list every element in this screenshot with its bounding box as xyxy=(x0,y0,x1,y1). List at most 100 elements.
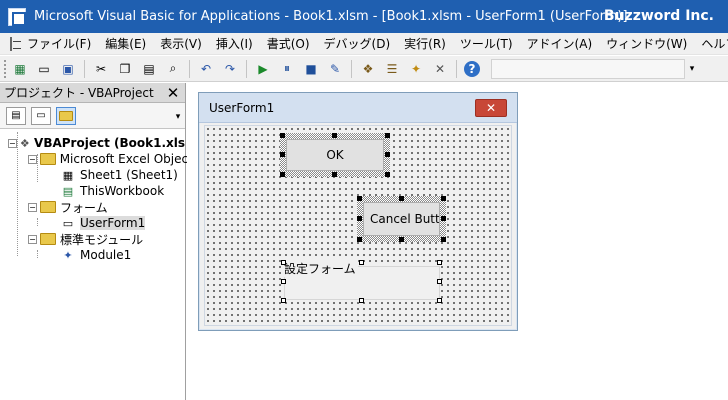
resize-handle[interactable] xyxy=(399,237,404,242)
tree-node-sheet1[interactable]: ▦ Sheet1 (Sheet1) xyxy=(0,167,185,183)
menu-insert[interactable]: 挿入(I) xyxy=(209,35,260,52)
run-icon[interactable]: ▶ xyxy=(254,60,272,78)
folder-icon xyxy=(40,200,56,214)
resize-handle[interactable] xyxy=(441,237,446,242)
toolbox-icon[interactable]: ✕ xyxy=(431,60,449,78)
resize-handle[interactable] xyxy=(385,172,390,177)
resize-handle[interactable] xyxy=(280,133,285,138)
design-mode-icon[interactable]: ✎ xyxy=(326,60,344,78)
resize-handle[interactable] xyxy=(357,216,362,221)
tree-node-module1[interactable]: ✦ Module1 xyxy=(0,247,185,263)
collapse-icon[interactable]: − xyxy=(8,138,17,148)
resize-handle[interactable] xyxy=(437,279,442,284)
resize-handle[interactable] xyxy=(281,279,286,284)
menu-format[interactable]: 書式(O) xyxy=(260,35,317,52)
undo-icon[interactable]: ↶ xyxy=(197,60,215,78)
project-explorer-icon[interactable]: ❖ xyxy=(359,60,377,78)
break-icon[interactable]: ⏸ xyxy=(278,60,296,78)
project-tree: − ❖ VBAProject (Book1.xls − Microsoft Ex… xyxy=(0,129,193,263)
help-icon[interactable]: ? xyxy=(464,60,480,77)
view-object-icon[interactable]: ▭ xyxy=(31,106,51,125)
resize-handle[interactable] xyxy=(441,196,446,201)
collapse-icon[interactable]: − xyxy=(28,202,37,212)
window-menu-icon[interactable] xyxy=(10,36,21,51)
object-browser-icon[interactable]: ✦ xyxy=(407,60,425,78)
resize-handle[interactable] xyxy=(332,133,337,138)
ok-button-selection[interactable]: OK xyxy=(280,133,390,177)
frame-caption: 設定フォーム xyxy=(284,260,358,277)
menu-tools[interactable]: ツール(T) xyxy=(453,35,520,52)
copy-icon[interactable]: ❐ xyxy=(116,60,134,78)
tree-node-userform1[interactable]: ▭ UserForm1 xyxy=(0,215,185,231)
resize-handle[interactable] xyxy=(359,260,364,265)
resize-handle[interactable] xyxy=(437,298,442,303)
close-icon[interactable]: ✕ xyxy=(164,84,182,102)
toolbar-separator xyxy=(456,59,457,78)
tree-node-standard-modules[interactable]: − 標準モジュール xyxy=(0,231,185,247)
folder-icon xyxy=(40,232,56,246)
resize-handle[interactable] xyxy=(437,260,442,265)
sheet-icon: ▦ xyxy=(62,168,74,182)
userform-titlebar[interactable]: UserForm1 ✕ xyxy=(199,93,517,123)
resize-handle[interactable] xyxy=(332,172,337,177)
menu-window[interactable]: ウィンドウ(W) xyxy=(599,35,694,52)
tree-node-label: フォーム xyxy=(60,200,108,215)
tree-node-excel-objects[interactable]: − Microsoft Excel Object xyxy=(0,151,193,167)
resize-handle[interactable] xyxy=(281,298,286,303)
vba-app-icon[interactable] xyxy=(8,7,26,26)
menu-view[interactable]: 表示(V) xyxy=(153,35,209,52)
cancel-button[interactable]: Cancel Butt xyxy=(363,202,440,236)
window-title: Microsoft Visual Basic for Applications … xyxy=(34,9,628,24)
resize-handle[interactable] xyxy=(399,196,404,201)
cancel-button-selection[interactable]: Cancel Butt xyxy=(357,196,446,242)
tree-node-thisworkbook[interactable]: ▤ ThisWorkbook xyxy=(0,183,185,199)
close-icon[interactable]: ✕ xyxy=(475,98,507,117)
resize-handle[interactable] xyxy=(385,152,390,157)
view-code-icon[interactable]: ▤ xyxy=(6,106,26,125)
resize-handle[interactable] xyxy=(281,260,286,265)
userform-icon: ▭ xyxy=(62,216,74,230)
tree-node-forms[interactable]: − フォーム xyxy=(0,199,185,215)
resize-handle[interactable] xyxy=(359,298,364,303)
collapse-icon[interactable]: − xyxy=(28,234,37,244)
pane-scroll-icon[interactable]: ▾ xyxy=(173,107,183,127)
tree-node-vbaproject[interactable]: − ❖ VBAProject (Book1.xls xyxy=(0,135,185,151)
project-pane-title: プロジェクト - VBAProject xyxy=(4,86,154,100)
resize-handle[interactable] xyxy=(357,196,362,201)
menu-debug[interactable]: デバッグ(D) xyxy=(317,35,398,52)
ok-button[interactable]: OK xyxy=(286,139,384,171)
resize-handle[interactable] xyxy=(385,133,390,138)
userform-canvas[interactable]: OK Cancel Butt 設定フォーム xyxy=(204,125,512,326)
tree-node-label: VBAProject (Book1.xls xyxy=(34,136,185,150)
properties-icon[interactable]: ☰ xyxy=(383,60,401,78)
tree-node-label: ThisWorkbook xyxy=(80,184,165,198)
toolbar-grip[interactable] xyxy=(4,59,8,78)
resize-handle[interactable] xyxy=(357,237,362,242)
resize-handle[interactable] xyxy=(280,172,285,177)
resize-handle[interactable] xyxy=(441,216,446,221)
frame-selection[interactable]: 設定フォーム xyxy=(281,260,443,304)
find-icon[interactable]: ⌕ xyxy=(164,60,182,78)
menu-help[interactable]: ヘルプ(H) xyxy=(694,35,728,52)
vbaproject-icon: ❖ xyxy=(19,136,30,150)
menu-addins[interactable]: アドイン(A) xyxy=(520,35,600,52)
cut-icon[interactable]: ✂ xyxy=(92,60,110,78)
insert-userform-icon[interactable]: ▭ xyxy=(35,60,53,78)
collapse-icon[interactable]: − xyxy=(28,154,37,164)
tree-node-label: 標準モジュール xyxy=(60,232,144,247)
menu-file[interactable]: ファイル(F) xyxy=(20,35,98,52)
resize-handle[interactable] xyxy=(280,152,285,157)
toolbar-position-field xyxy=(491,58,685,79)
title-bar: Microsoft Visual Basic for Applications … xyxy=(0,0,728,33)
toolbar-separator xyxy=(189,59,190,78)
menu-edit[interactable]: 編集(E) xyxy=(98,35,153,52)
reset-icon[interactable]: ■ xyxy=(302,60,320,78)
menu-run[interactable]: 実行(R) xyxy=(397,35,453,52)
excel-icon[interactable]: ▦ xyxy=(11,60,29,78)
paste-icon[interactable]: ▤ xyxy=(140,60,158,78)
toolbar-overflow-icon[interactable]: ▾ xyxy=(687,59,697,79)
toggle-folders-icon[interactable] xyxy=(56,106,76,125)
userform-window[interactable]: UserForm1 ✕ OK Cancel Butt 設定フォーム xyxy=(198,92,518,331)
save-icon[interactable]: ▣ xyxy=(59,60,77,78)
redo-icon[interactable]: ↷ xyxy=(221,60,239,78)
